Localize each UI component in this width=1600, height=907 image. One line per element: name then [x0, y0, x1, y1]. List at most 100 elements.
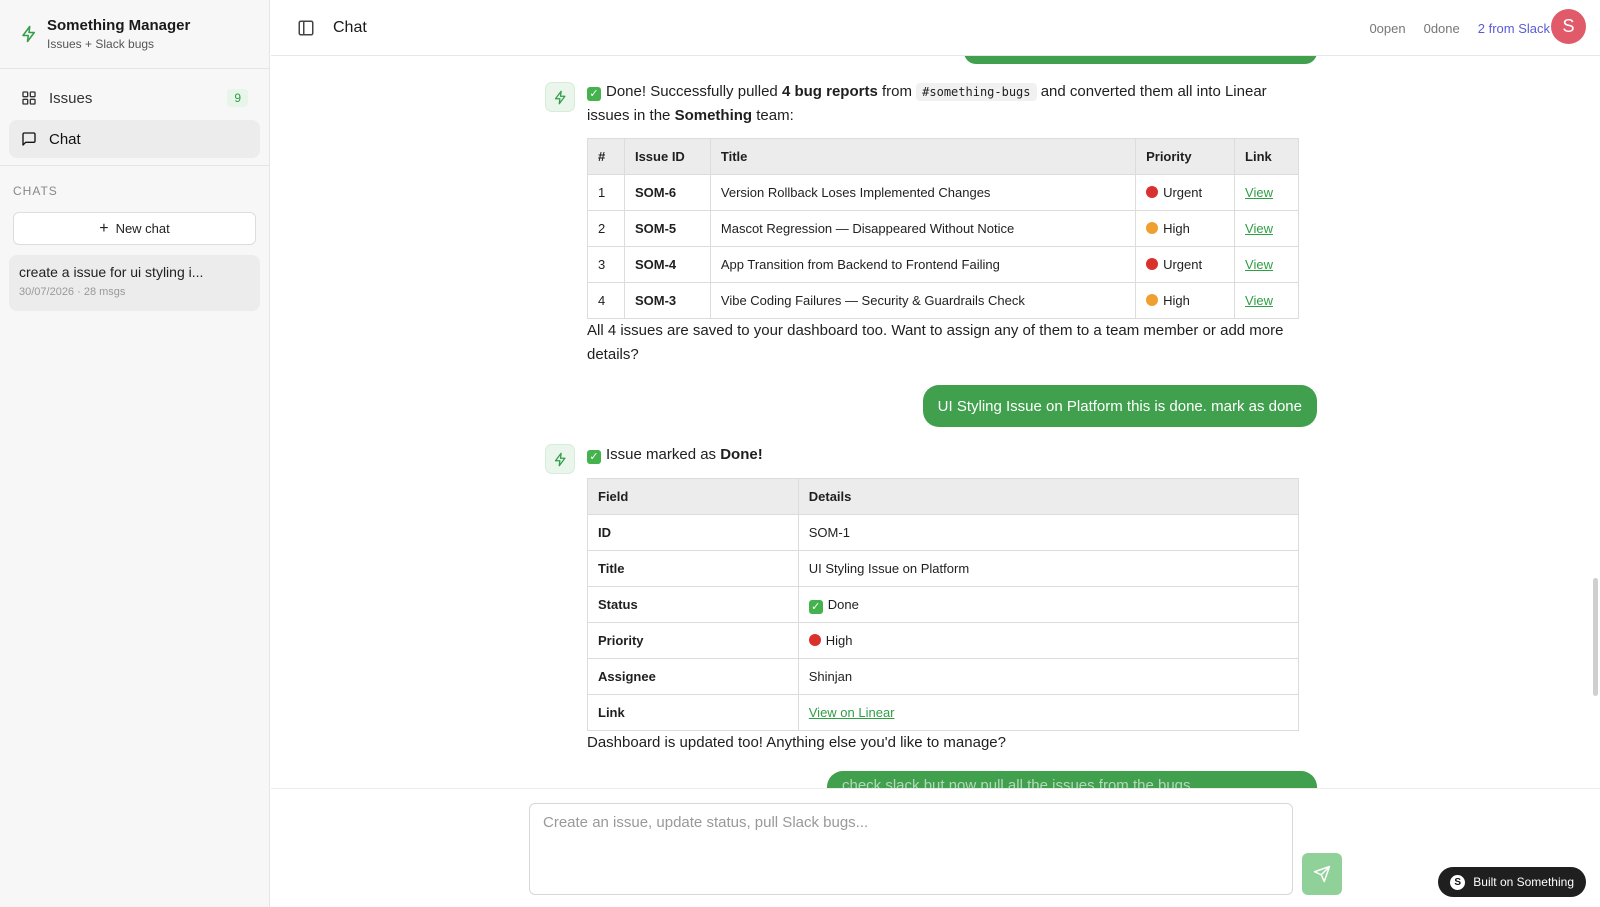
column-header: Link [1234, 138, 1299, 175]
field-value: ✓ Done [797, 586, 1300, 623]
table-header-row: Field Details [587, 478, 1300, 515]
open-count: 0 [1369, 20, 1377, 36]
issue-id: SOM-3 [623, 282, 711, 319]
priority-label: Urgent [1163, 184, 1203, 200]
issue-id: SOM-5 [623, 210, 711, 247]
chat-list-item-title: create a issue for ui styling i... [19, 264, 204, 280]
column-header: Title [709, 138, 1137, 175]
field-name: ID [587, 514, 799, 551]
table-row: ID SOM-1 [587, 514, 1300, 551]
column-header: # [587, 138, 625, 175]
issue-details-table: Field Details ID SOM-1 Title UI Styling … [587, 478, 1300, 731]
message-footer: All 4 issues are saved to your dashboard… [587, 322, 1284, 363]
field-name: Priority [587, 622, 799, 659]
slack-stat: 2 from Slack [1477, 20, 1550, 36]
issue-title: Version Rollback Loses Implemented Chang… [709, 174, 1137, 211]
field-value: Shinjan [797, 658, 1300, 695]
column-header: Field [587, 478, 799, 515]
user-message: UI Styling Issue on Platform this is don… [922, 385, 1317, 427]
table-header-row: # Issue ID Title Priority Link [587, 138, 1299, 175]
link-cell: View [1234, 210, 1299, 247]
high-dot-icon [1146, 221, 1159, 234]
stats-bar: 0open 0done 2 from Slack [1334, 0, 1554, 56]
priority-dot-icon [808, 633, 821, 646]
priority-label: High [1163, 220, 1190, 236]
row-number: 4 [587, 282, 625, 319]
grid-icon [22, 91, 36, 105]
send-button[interactable] [1302, 853, 1342, 895]
done-label: done [1430, 20, 1460, 36]
link-cell: View [1234, 246, 1299, 283]
something-logo-icon: S [1450, 874, 1466, 890]
nav-item-chat[interactable]: Chat [9, 120, 260, 158]
table-row: Status ✓ Done [587, 586, 1300, 623]
link-cell: View [1234, 282, 1299, 319]
column-header: Priority [1135, 138, 1236, 175]
view-link[interactable]: View [1245, 185, 1273, 200]
table-row: Title UI Styling Issue on Platform [587, 550, 1300, 587]
field-value: SOM-1 [797, 514, 1300, 551]
message-input[interactable] [529, 803, 1293, 895]
high-dot-icon [1146, 293, 1159, 306]
view-link[interactable]: View [1245, 221, 1273, 236]
new-chat-button[interactable]: + New chat [13, 212, 256, 245]
plus-icon: + [99, 219, 109, 237]
user-message-text: check slack but now pull all the issues … [842, 776, 1191, 789]
issues-count-badge: 9 [227, 89, 248, 107]
built-on-badge[interactable]: S Built on Something [1438, 867, 1586, 897]
message-square-icon [22, 132, 36, 146]
urgent-dot-icon [1146, 257, 1159, 270]
brand: Something Manager Issues + Slack bugs [0, 0, 269, 69]
priority-cell: Urgent [1135, 174, 1236, 211]
scrollbar[interactable] [1593, 578, 1598, 696]
priority-cell: Urgent [1135, 246, 1236, 283]
column-header: Issue ID [623, 138, 711, 175]
field-value: View on Linear [797, 694, 1300, 731]
priority-cell: High [1135, 210, 1236, 247]
issues-table: # Issue ID Title Priority Link 1 SOM-6 V… [587, 138, 1299, 319]
priority-value: High [825, 632, 853, 648]
field-value: UI Styling Issue on Platform [797, 550, 1300, 587]
sidebar-toggle-icon[interactable] [297, 19, 315, 37]
nav-item-issues[interactable]: Issues 9 [9, 79, 260, 117]
done-count: 0 [1423, 20, 1431, 36]
bold-text: Done! [720, 446, 763, 463]
app-title: Something Manager [47, 17, 191, 34]
issue-id: SOM-6 [623, 174, 711, 211]
page-title: Chat [333, 18, 367, 36]
team-name: Something [674, 107, 753, 124]
new-chat-label: New chat [115, 221, 170, 236]
status-value: Done [827, 596, 859, 612]
view-link[interactable]: View [1245, 293, 1273, 308]
bold-text: 4 bug reports [781, 83, 878, 100]
row-number: 3 [587, 246, 625, 283]
column-header: Details [797, 478, 1300, 515]
app-subtitle: Issues + Slack bugs [47, 37, 155, 51]
row-number: 1 [587, 174, 625, 211]
priority-label: High [1163, 292, 1190, 308]
field-name: Link [587, 694, 799, 731]
chat-thread: ✓ Done! Successfully pulled 4 bug reports… [271, 56, 1600, 788]
slack-channel-code: #something-bugs [916, 83, 1037, 101]
top-bar: Chat 0open 0done 2 from Slack S [271, 0, 1600, 56]
open-label: open [1376, 20, 1406, 36]
view-on-linear-link[interactable]: View on Linear [809, 705, 895, 720]
send-icon [1313, 865, 1331, 883]
assistant-message: ✓ Done! Successfully pulled 4 bug reports… [587, 80, 1299, 367]
assistant-message: ✓ Issue marked as Done! Field Details ID … [587, 443, 1300, 755]
table-row: Priority High [587, 622, 1300, 659]
check-icon: ✓ [587, 450, 601, 464]
view-link[interactable]: View [1245, 257, 1273, 272]
field-name: Assignee [587, 658, 799, 695]
done-stat: 0done [1424, 21, 1460, 36]
main-nav: Issues 9 Chat [0, 69, 269, 166]
avatar[interactable]: S [1551, 9, 1586, 44]
check-icon: ✓ [587, 87, 601, 101]
text: Issue marked as [606, 446, 717, 463]
issue-title: Vibe Coding Failures — Security & Guardr… [709, 282, 1137, 319]
table-row: 2 SOM-5 Mascot Regression — Disappeared … [587, 210, 1299, 247]
user-message-clipped [964, 56, 1317, 64]
issue-id: SOM-4 [623, 246, 711, 283]
chat-list-item[interactable]: create a issue for ui styling i... 30/07… [9, 255, 260, 311]
bolt-icon [22, 25, 35, 43]
